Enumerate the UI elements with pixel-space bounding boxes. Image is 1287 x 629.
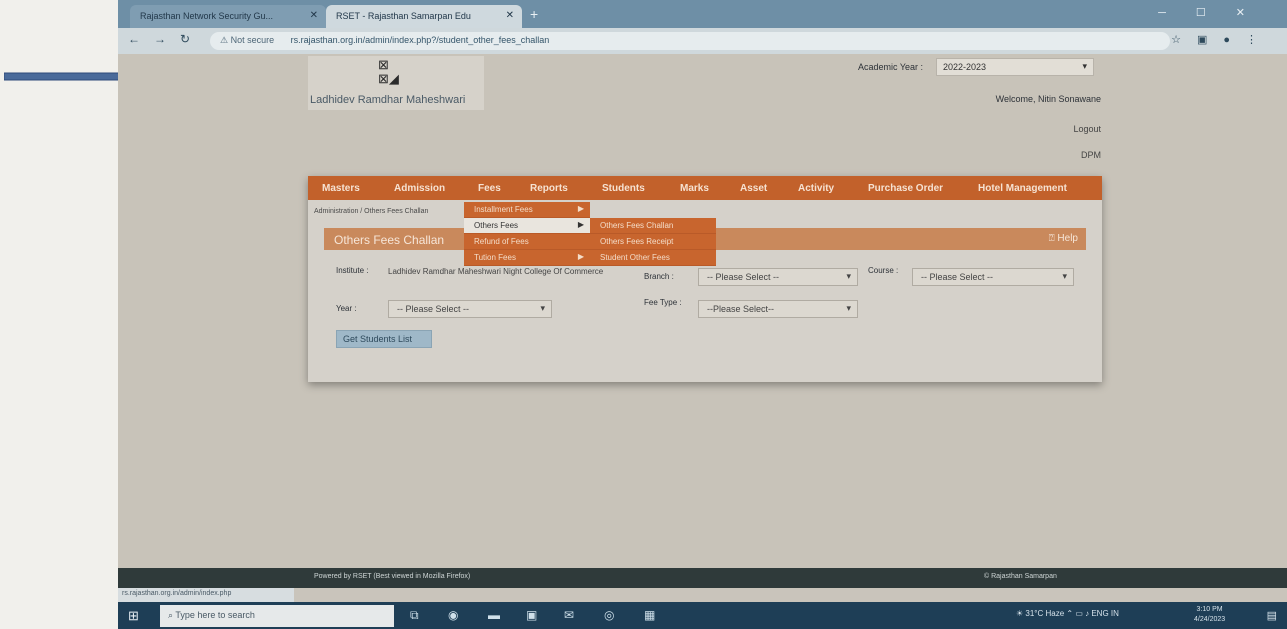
menu-marks[interactable]: Marks: [680, 183, 709, 194]
menu-purchase-order[interactable]: Purchase Order: [868, 183, 943, 194]
close-tab-icon[interactable]: ✕: [310, 10, 318, 21]
course-select[interactable]: -- Please Select -- ▾: [912, 268, 1074, 286]
taskbar-clock[interactable]: 3:10 PM 4/24/2023: [1194, 605, 1225, 625]
app-icon[interactable]: ▦: [644, 608, 655, 622]
academic-year-select[interactable]: 2022-2023 ▾: [936, 58, 1094, 76]
close-tab-icon[interactable]: ✕: [506, 10, 514, 21]
branch-select[interactable]: -- Please Select -- ▾: [698, 268, 858, 286]
academic-year-label: Academic Year :: [858, 62, 924, 72]
page-footer: Powered by RSET (Best viewed in Mozilla …: [118, 568, 1287, 588]
browser-toolbar-icons[interactable]: ☆▣●⋮: [1171, 33, 1273, 46]
menu-hotel-management[interactable]: Hotel Management: [978, 183, 1067, 194]
url-field[interactable]: ⚠ Not secure rs.rajasthan.org.in/admin/i…: [210, 32, 1170, 50]
browser-tab-active[interactable]: RSET - Rajasthan Samarpan Edu ✕: [326, 5, 522, 28]
tab-title: Rajasthan Network Security Gu...: [140, 11, 274, 21]
fees-dropdown-menu: Installment Fees ▶ Others Fees ▶ Refund …: [464, 202, 590, 266]
logo-emblem-icon: ⊠ ⊠◢: [378, 57, 399, 86]
chrome-icon[interactable]: ◎: [604, 608, 614, 622]
get-students-list-button[interactable]: Get Students List: [336, 330, 432, 348]
footer-copyright: © Rajasthan Samarpan: [984, 573, 1057, 580]
dropdown-item-refund-of-fees[interactable]: Refund of Fees: [464, 234, 590, 250]
window-controls[interactable]: ─☐✕: [1158, 6, 1275, 19]
breadcrumb: Administration / Others Fees Challan: [314, 208, 429, 215]
dropdown-item-others-fees[interactable]: Others Fees ▶: [464, 218, 590, 234]
taskbar-search-input[interactable]: ⌕ Type here to search: [160, 605, 394, 627]
logout-link[interactable]: Logout: [1073, 124, 1101, 134]
store-icon[interactable]: ▣: [526, 608, 537, 622]
chevron-right-icon: ▶: [577, 220, 584, 229]
address-bar-row: ← → ↻ ⚠ Not secure rs.rajasthan.org.in/a…: [118, 28, 1287, 54]
menu-students[interactable]: Students: [602, 183, 645, 194]
url-text: rs.rajasthan.org.in/admin/index.php?/stu…: [290, 35, 550, 45]
menu-masters[interactable]: Masters: [322, 183, 360, 194]
back-icon[interactable]: ←: [128, 32, 140, 46]
browser-tabstrip: Rajasthan Network Security Gu... ✕ RSET …: [118, 0, 1287, 28]
chevron-down-icon: ▾: [1062, 271, 1067, 281]
year-label: Year :: [336, 304, 357, 313]
menu-activity[interactable]: Activity: [798, 183, 834, 194]
menu-reports[interactable]: Reports: [530, 183, 568, 194]
system-tray[interactable]: ☀ 31°C Haze ⌃ ▭ ♪ ENG IN: [1016, 609, 1119, 618]
main-panel: Masters Admission Fees Reports Students …: [308, 176, 1102, 382]
mail-icon[interactable]: ✉: [564, 608, 574, 622]
not-secure-label: ⚠ Not secure: [220, 35, 275, 45]
college-logo: ⊠ ⊠◢ Ladhidev Ramdhar Maheshwari: [308, 56, 484, 110]
menu-fees[interactable]: Fees: [478, 183, 501, 194]
submenu-item-others-fees-challan[interactable]: Others Fees Challan: [590, 218, 716, 234]
branch-label: Branch :: [644, 272, 674, 281]
chevron-down-icon: ▾: [540, 303, 545, 313]
dropdown-item-installment-fees[interactable]: Installment Fees ▶: [464, 202, 590, 218]
course-label: Course :: [868, 266, 899, 275]
new-tab-button[interactable]: +: [530, 6, 538, 22]
dpm-link[interactable]: DPM: [1081, 150, 1101, 160]
edge-icon[interactable]: ◉: [448, 608, 458, 622]
others-fees-submenu: Others Fees Challan Others Fees Receipt …: [590, 218, 716, 266]
tab-title: RSET - Rajasthan Samarpan Edu: [336, 11, 471, 21]
chevron-right-icon: ▶: [577, 204, 584, 213]
main-menu: Masters Admission Fees Reports Students …: [308, 176, 1102, 200]
browser-tab[interactable]: Rajasthan Network Security Gu... ✕: [130, 5, 326, 28]
help-link[interactable]: ⍰ Help: [1049, 233, 1078, 244]
menu-admission[interactable]: Admission: [394, 183, 445, 194]
forward-icon[interactable]: →: [154, 32, 166, 46]
chevron-down-icon: ▾: [846, 271, 851, 281]
welcome-text: Welcome, Nitin Sonawane: [995, 94, 1101, 104]
windows-start-icon[interactable]: ⊞: [128, 608, 139, 624]
menu-asset[interactable]: Asset: [740, 183, 767, 194]
reload-icon[interactable]: ↻: [180, 32, 190, 46]
year-select[interactable]: -- Please Select -- ▾: [388, 300, 552, 318]
windows-taskbar: ⊞ ⌕ Type here to search ⧉ ◉ ▬ ▣ ✉ ◎ ▦ ☀ …: [118, 602, 1287, 629]
institute-value: Ladhidev Ramdhar Maheshwari Night Colleg…: [388, 267, 604, 276]
file-explorer-icon[interactable]: ▬: [488, 608, 500, 622]
footer-powered-by: Powered by RSET (Best viewed in Mozilla …: [314, 573, 471, 580]
logo-text: Ladhidev Ramdhar Maheshwari: [310, 94, 466, 106]
chevron-right-icon: ▶: [577, 252, 584, 261]
fee-type-label: Fee Type :: [644, 298, 682, 307]
submenu-item-student-other-fees[interactable]: Student Other Fees: [590, 250, 716, 266]
notification-icon[interactable]: ▤: [1267, 609, 1277, 622]
background-margin: [0, 0, 120, 629]
page-title: Others Fees Challan: [334, 233, 445, 247]
task-view-icon[interactable]: ⧉: [410, 608, 419, 623]
web-page: ⊠ ⊠◢ Ladhidev Ramdhar Maheshwari Academic…: [118, 54, 1287, 568]
submenu-item-others-fees-receipt[interactable]: Others Fees Receipt: [590, 234, 716, 250]
fee-type-select[interactable]: --Please Select-- ▾: [698, 300, 858, 318]
institute-label: Institute :: [336, 266, 369, 275]
dropdown-item-tution-fees[interactable]: Tution Fees ▶: [464, 250, 590, 266]
chevron-down-icon: ▾: [846, 303, 851, 313]
status-bar-url: rs.rajasthan.org.in/admin/index.php: [118, 588, 294, 602]
monitor-screen: Rajasthan Network Security Gu... ✕ RSET …: [118, 0, 1287, 629]
chevron-down-icon: ▾: [1082, 61, 1087, 71]
